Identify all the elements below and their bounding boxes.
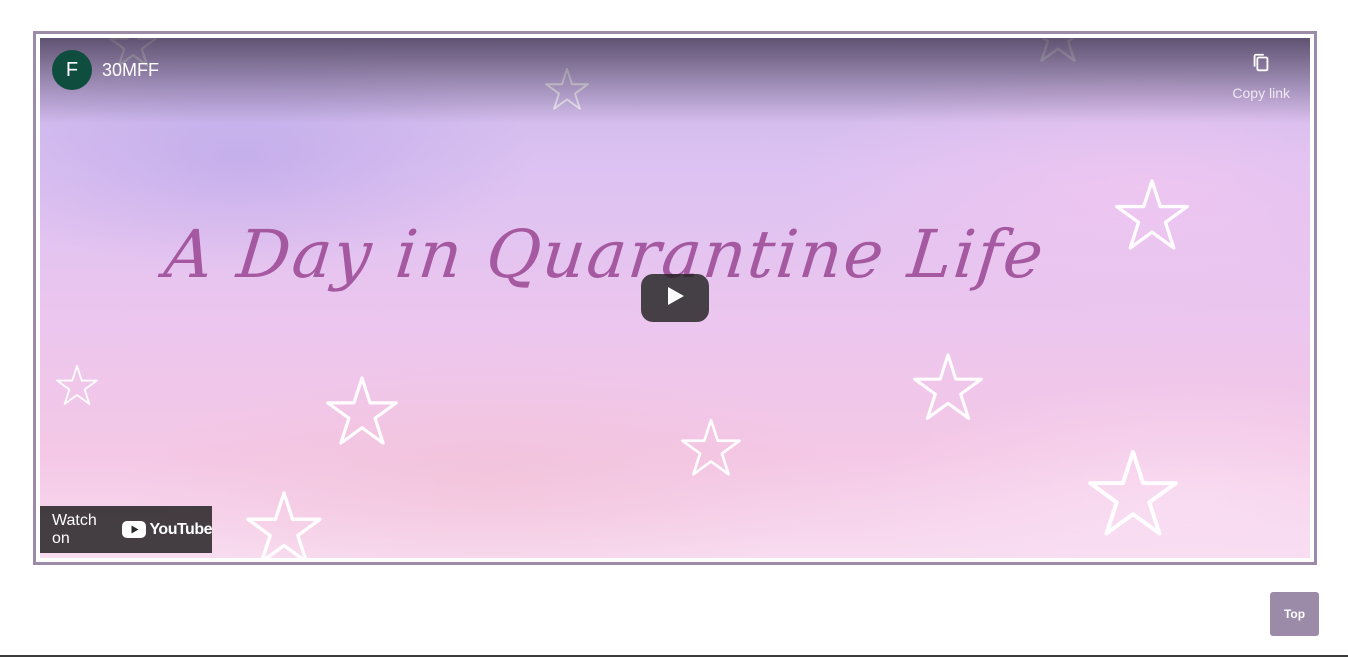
copy-icon	[1250, 52, 1272, 79]
video-embed-frame: A Day in Quarantine Life F 30MFF Copy li…	[33, 31, 1317, 565]
play-icon	[664, 285, 686, 312]
channel-name[interactable]: 30MFF	[102, 60, 159, 81]
copy-link-label: Copy link	[1232, 85, 1290, 101]
copy-link-button[interactable]: Copy link	[1232, 52, 1290, 101]
star-icon	[326, 376, 398, 445]
star-icon	[1090, 452, 1176, 533]
channel-avatar[interactable]: F	[52, 50, 92, 90]
star-icon	[246, 491, 322, 558]
star-icon	[681, 418, 741, 476]
star-icon	[56, 365, 98, 405]
youtube-logo-icon: YouTube	[122, 521, 212, 539]
back-to-top-button[interactable]: Top	[1270, 592, 1319, 636]
top-gradient-overlay	[40, 38, 1310, 123]
channel-info[interactable]: F 30MFF	[52, 50, 159, 90]
star-icon	[913, 353, 983, 420]
star-icon	[1115, 179, 1189, 250]
video-player[interactable]: A Day in Quarantine Life F 30MFF Copy li…	[40, 38, 1310, 558]
watch-on-label: Watch on	[52, 511, 97, 547]
play-button[interactable]	[641, 274, 709, 322]
youtube-wordmark: YouTube	[149, 520, 212, 538]
watch-on-youtube-button[interactable]: Watch on YouTube	[40, 506, 212, 553]
thumbnail-title-art: A Day in Quarantine Life	[160, 216, 1049, 293]
